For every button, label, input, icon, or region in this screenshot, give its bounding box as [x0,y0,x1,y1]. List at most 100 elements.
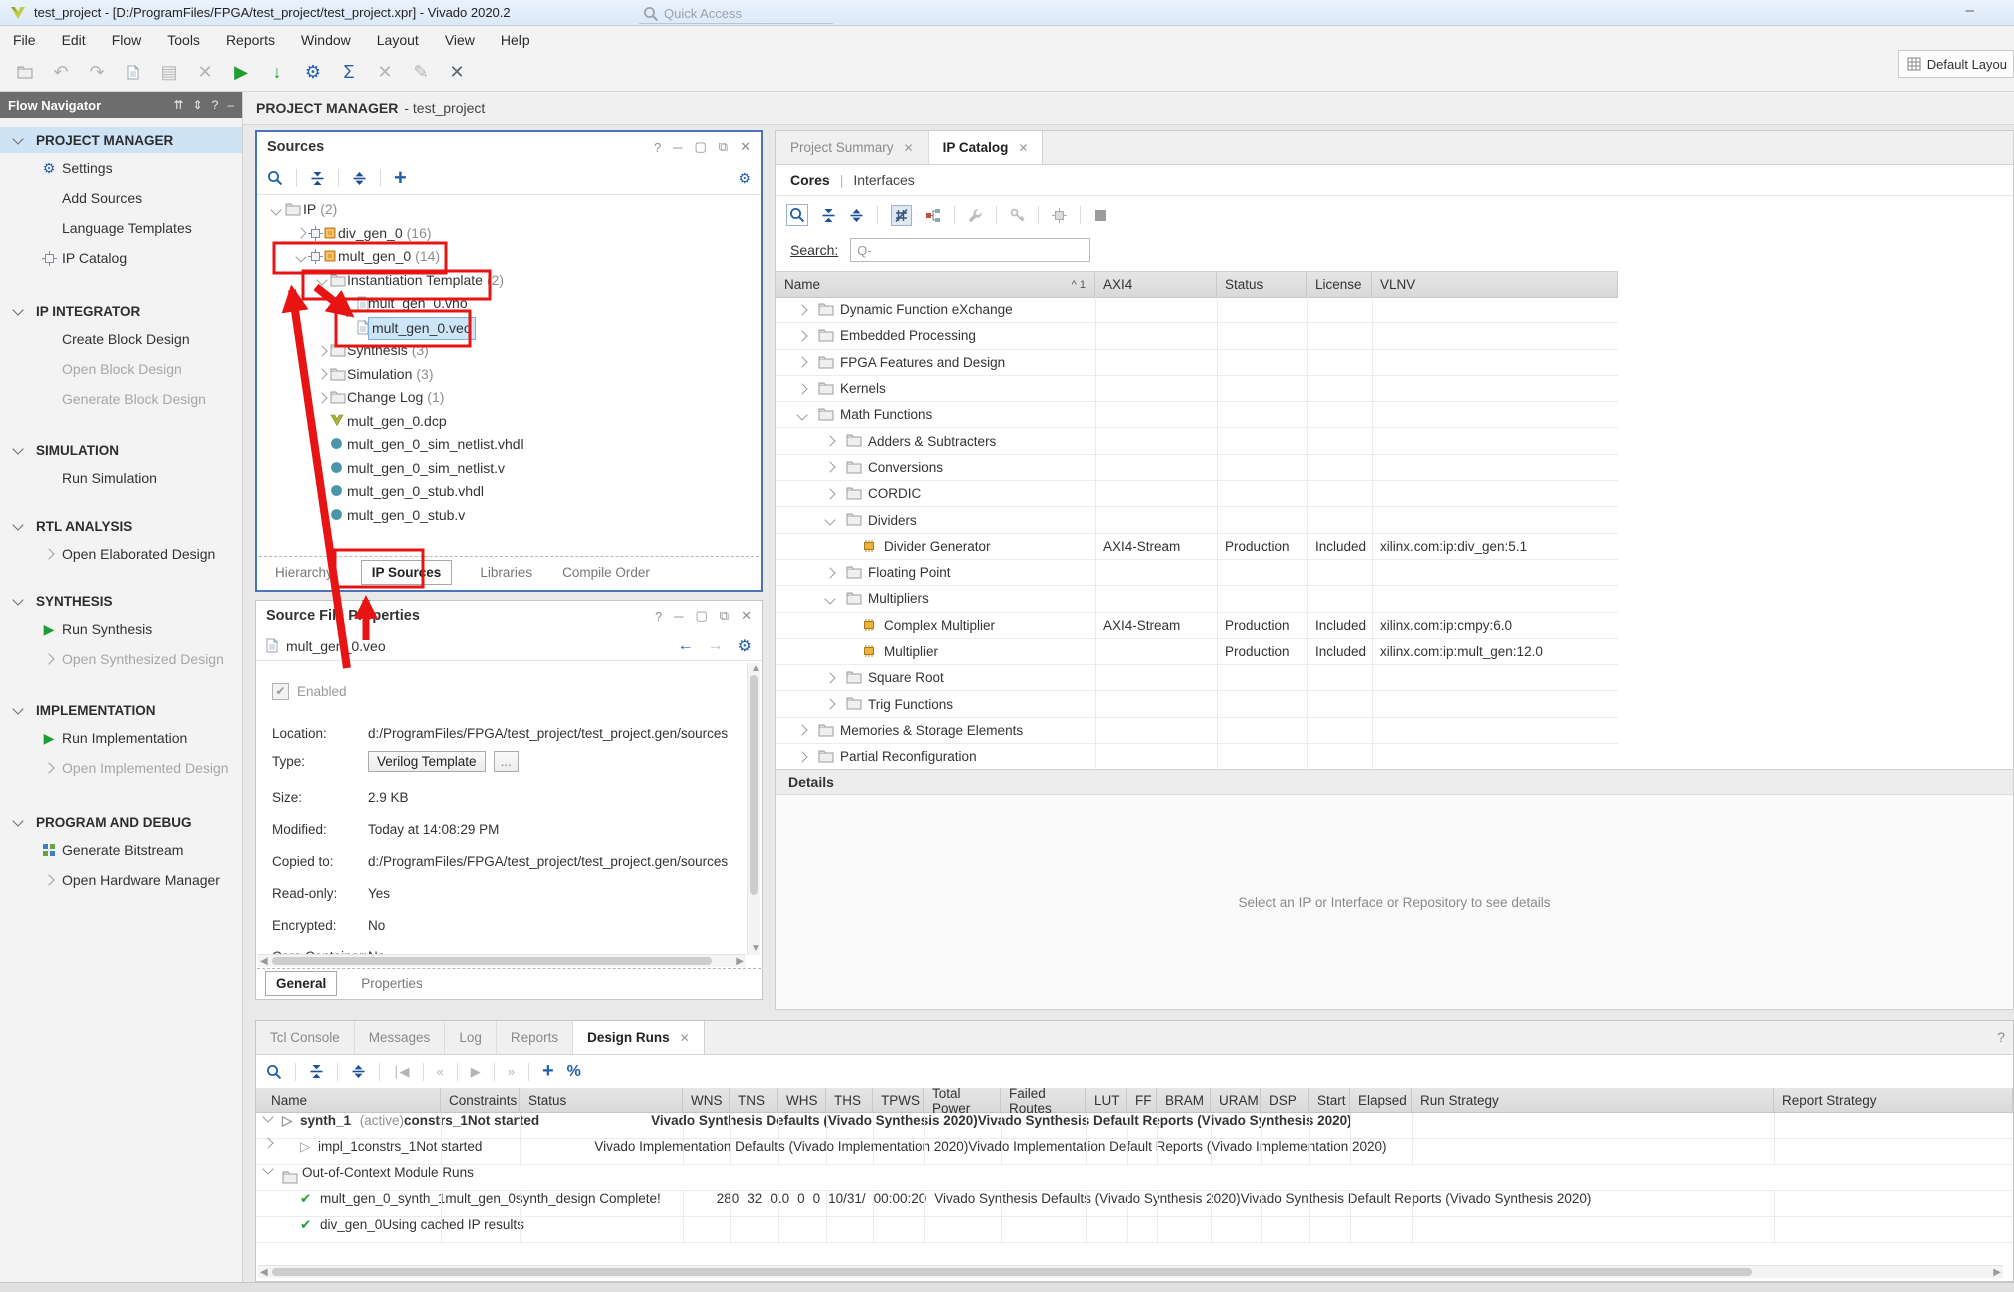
layout-selector[interactable]: Default Layou [1898,50,2014,78]
chevron-right-icon[interactable] [796,330,807,341]
back-arrow-icon[interactable]: ← [678,637,694,655]
column-header-axi4[interactable]: AXI4 [1095,272,1217,297]
close-tab-icon[interactable]: ✕ [904,141,914,155]
runs-column-dsp[interactable]: DSP [1261,1088,1309,1113]
runs-column-ths[interactable]: THS [826,1088,873,1113]
runs-column-uram[interactable]: URAM [1211,1088,1261,1113]
delete-icon[interactable]: ✕ [194,61,216,83]
chevron-right-icon[interactable] [796,357,807,368]
tree-row[interactable]: IP(2) [259,198,759,222]
catalog-row[interactable]: Square Root [776,665,1618,691]
column-header-name[interactable]: Name^ 1 [776,272,1095,297]
close-tab-icon[interactable]: ✕ [1018,141,1028,155]
runs-column-name[interactable]: Name [263,1088,441,1113]
chevron-right-icon[interactable] [824,567,835,578]
more-options-button[interactable]: ... [494,751,519,772]
tree-row[interactable]: Simulation(3) [259,363,759,387]
undo-icon[interactable]: ↶ [50,61,72,83]
runs-column-ff[interactable]: FF [1127,1088,1157,1113]
runs-column-bram[interactable]: BRAM [1157,1088,1211,1113]
sources-tab-hierarchy[interactable]: Hierarchy [273,561,335,584]
enabled-checkbox[interactable]: ✔ [272,683,289,700]
flow-item-run-synthesis[interactable]: ▶Run Synthesis [0,614,242,644]
tree-row[interactable]: mult_gen_0_stub.vhdl [259,480,759,504]
expand-all-icon[interactable] [849,208,864,223]
tab-messages[interactable]: Messages [355,1021,446,1054]
sources-tab-libraries[interactable]: Libraries [478,561,534,584]
tree-row[interactable]: mult_gen_0_sim_netlist.v [259,457,759,481]
help-icon[interactable]: ? [654,140,661,155]
tree-row[interactable]: mult_gen_0(14) [259,245,759,269]
tab-reports[interactable]: Reports [497,1021,573,1054]
redo-icon[interactable]: ↷ [86,61,108,83]
chevron-right-icon[interactable] [796,383,807,394]
column-header-vlnv[interactable]: VLNV [1372,272,1618,297]
flow-section-ip-integrator[interactable]: IP INTEGRATOR [0,298,242,324]
section-chevron-icon[interactable] [12,703,23,714]
chevron-right-icon[interactable] [316,345,327,356]
menu-layout[interactable]: Layout [364,28,432,52]
collapse-all-icon[interactable] [309,1064,324,1079]
runs-column-lut[interactable]: LUT [1086,1088,1127,1113]
tree-row[interactable]: div_gen_0(16) [259,222,759,246]
chevron-down-icon[interactable] [316,275,327,286]
flow-item-generate-bitstream[interactable]: Generate Bitstream [0,835,242,865]
flow-item-open-block-design[interactable]: Open Block Design [0,354,242,384]
tree-row[interactable]: Change Log(1) [259,386,759,410]
tree-row[interactable]: mult_gen_0_stub.v [259,504,759,528]
menu-window[interactable]: Window [288,28,364,52]
section-chevron-icon[interactable] [12,133,23,144]
runs-column-tns[interactable]: TNS [730,1088,778,1113]
chevron-right-icon[interactable] [824,435,835,446]
search-icon[interactable] [266,1064,282,1080]
flow-item-generate-block-design[interactable]: Generate Block Design [0,384,242,414]
expand-all-icon[interactable] [352,171,367,186]
flow-section-simulation[interactable]: SIMULATION [0,437,242,463]
tree-row[interactable]: Synthesis(3) [259,339,759,363]
close-tab-icon[interactable]: ✕ [680,1031,690,1045]
minimize-panel-icon[interactable]: ─ [673,140,682,155]
catalog-row[interactable]: Dynamic Function eXchange [776,297,1618,323]
catalog-row[interactable]: Divider GeneratorAXI4-StreamProductionIn… [776,534,1618,560]
open-project-icon[interactable] [14,65,36,79]
chevron-down-icon[interactable] [262,1165,273,1175]
chevron-right-icon[interactable] [796,304,807,315]
chevron-down-icon[interactable] [824,593,835,604]
flow-section-project-manager[interactable]: PROJECT MANAGER [0,127,242,153]
flow-item-language-templates[interactable]: Language Templates [0,213,242,243]
chevron-down-icon[interactable] [796,409,807,420]
column-header-status[interactable]: Status [1217,272,1307,297]
expand-chevron-icon[interactable] [43,653,54,664]
section-chevron-icon[interactable] [12,519,23,530]
tab-log[interactable]: Log [445,1021,497,1054]
catalog-row[interactable]: Kernels [776,376,1618,402]
catalog-row[interactable]: FPGA Features and Design [776,350,1618,376]
section-chevron-icon[interactable] [12,304,23,315]
tab-ip-catalog[interactable]: IP Catalog✕ [929,131,1044,164]
horizontal-scrollbar[interactable]: ◀ ▶ [258,1265,2003,1278]
subtab-cores[interactable]: Cores [790,172,830,188]
tree-row[interactable]: mult_gen_0.dcp [259,410,759,434]
taxonomy-icon[interactable] [925,208,941,223]
expand-chevron-icon[interactable] [43,548,54,559]
section-chevron-icon[interactable] [12,594,23,605]
chevron-right-icon[interactable] [824,698,835,709]
chevron-right-icon[interactable] [796,725,807,736]
minimize-icon[interactable]: – [1966,2,1974,19]
catalog-row[interactable]: Partial Reconfiguration [776,744,1618,770]
catalog-row[interactable]: Multipliers [776,586,1618,612]
menu-flow[interactable]: Flow [99,28,155,52]
catalog-row[interactable]: Floating Point [776,560,1618,586]
flow-item-run-simulation[interactable]: Run Simulation [0,463,242,493]
close-panel-icon[interactable]: ✕ [740,139,751,155]
chevron-down-icon[interactable] [270,204,281,215]
gear-icon[interactable]: ⚙ [738,636,752,656]
step-icon[interactable]: ↓ [266,61,288,83]
flow-item-open-hardware-manager[interactable]: Open Hardware Manager [0,865,242,895]
menu-file[interactable]: File [0,28,49,52]
run-progress-icon[interactable]: % [567,1063,581,1081]
flow-item-add-sources[interactable]: Add Sources [0,183,242,213]
run-row[interactable]: ▷impl_1constrs_1Not startedVivado Implem… [256,1139,2013,1165]
runs-column-elapsed[interactable]: Elapsed [1350,1088,1412,1113]
chevron-down-icon[interactable] [824,514,835,525]
